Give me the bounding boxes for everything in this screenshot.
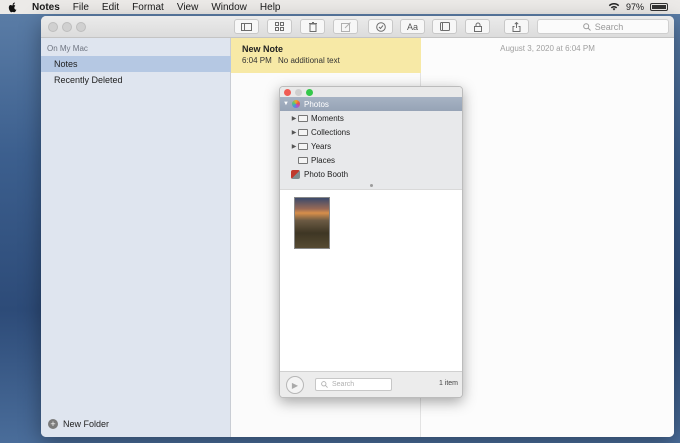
menu-app-name[interactable]: Notes <box>32 2 60 13</box>
search-icon <box>321 381 328 388</box>
battery-percent: 97% <box>625 2 644 12</box>
folder-icon <box>298 114 308 122</box>
list-item[interactable]: New Note 6:04 PM No additional text <box>231 38 421 73</box>
tree-item-label: Places <box>311 155 336 165</box>
note-preview: No additional text <box>278 56 340 65</box>
menu-edit[interactable]: Edit <box>102 2 119 13</box>
tree-item-label: Photos <box>304 99 329 109</box>
play-slideshow-button[interactable]: ▶ <box>286 376 304 394</box>
play-icon: ▶ <box>291 380 299 390</box>
tree-item-label: Photo Booth <box>304 169 349 179</box>
trash-icon <box>308 21 317 32</box>
text-format-button[interactable]: Aa <box>400 19 425 34</box>
delete-note-button[interactable] <box>300 19 325 34</box>
sidebar-item-label: Notes <box>54 59 78 69</box>
plus-icon: + <box>48 419 58 429</box>
search-icon <box>582 22 591 31</box>
sidebar-section-header: On My Mac <box>47 44 88 53</box>
compose-button[interactable] <box>333 19 358 34</box>
title-bar: Aa Search <box>41 16 674 38</box>
photos-panel-title-bar[interactable] <box>280 87 462 97</box>
folders-sidebar: On My Mac Notes Recently Deleted + New F… <box>41 38 231 437</box>
photo-thumbnail[interactable] <box>294 197 330 249</box>
folder-icon <box>298 156 308 164</box>
zoom-window-button[interactable] <box>76 22 86 32</box>
photos-app-icon <box>292 100 300 108</box>
lock-icon <box>473 22 482 32</box>
photos-browser-panel: ▼ Photos ▶ Moments ▶ Collections ▶ Years… <box>279 86 463 398</box>
search-placeholder: Search <box>594 21 624 32</box>
menu-format[interactable]: Format <box>132 2 164 13</box>
close-panel-button[interactable] <box>284 89 291 96</box>
share-icon <box>512 21 521 32</box>
search-field[interactable]: Search <box>537 19 669 34</box>
folder-icon <box>298 142 308 150</box>
text-format-icon: Aa <box>406 21 418 32</box>
wifi-icon[interactable] <box>608 2 620 13</box>
photos-search-placeholder: Search <box>332 381 355 388</box>
battery-fill <box>652 5 666 9</box>
photos-search-input[interactable]: Search <box>315 378 392 391</box>
tree-item-places[interactable]: Places <box>280 153 462 167</box>
photos-source-tree: ▼ Photos ▶ Moments ▶ Collections ▶ Years… <box>280 97 462 189</box>
battery-icon[interactable] <box>650 3 668 11</box>
menu-help[interactable]: Help <box>260 2 281 13</box>
split-handle-icon[interactable] <box>370 184 373 187</box>
sidebar-item-recently-deleted[interactable]: Recently Deleted <box>41 72 231 88</box>
share-button[interactable] <box>504 19 529 34</box>
photo-count: 1 item <box>438 380 458 387</box>
photo-grid <box>280 189 462 373</box>
tree-item-label: Moments <box>311 113 344 123</box>
note-date: August 3, 2020 at 6:04 PM <box>500 44 595 53</box>
tree-item-collections[interactable]: ▶ Collections <box>280 125 462 139</box>
sidebar-item-label: Recently Deleted <box>54 75 123 85</box>
apple-logo-icon[interactable] <box>8 2 18 13</box>
note-summary: 6:04 PM No additional text <box>242 56 421 65</box>
sidebar-toggle-icon <box>241 22 252 31</box>
menu-window[interactable]: Window <box>211 2 247 13</box>
compose-icon <box>340 21 351 32</box>
disclosure-right-icon[interactable]: ▶ <box>290 143 298 150</box>
tree-item-photos[interactable]: ▼ Photos <box>280 97 462 111</box>
menu-bar: Notes File Edit Format View Window Help … <box>0 0 680 14</box>
folder-icon <box>298 128 308 136</box>
new-folder-button[interactable]: + New Folder <box>48 419 109 429</box>
status-area: 97% <box>608 0 668 14</box>
lock-button[interactable] <box>465 19 490 34</box>
disclosure-down-icon[interactable]: ▼ <box>282 101 290 107</box>
menu-file[interactable]: File <box>73 2 89 13</box>
tree-item-label: Collections <box>311 127 351 137</box>
checklist-icon <box>375 21 386 32</box>
disclosure-right-icon[interactable]: ▶ <box>290 115 298 122</box>
note-time: 6:04 PM <box>242 56 272 65</box>
new-folder-label: New Folder <box>63 419 110 429</box>
tree-item-label: Years <box>311 141 332 151</box>
photo-booth-icon <box>291 169 300 179</box>
menu-view[interactable]: View <box>177 2 199 13</box>
minimize-panel-button[interactable] <box>295 89 302 96</box>
grid-icon <box>275 22 284 31</box>
note-title: New Note <box>242 44 284 54</box>
table-button[interactable] <box>432 19 457 34</box>
minimize-window-button[interactable] <box>62 22 72 32</box>
sidebar-toggle-button[interactable] <box>234 19 259 34</box>
tree-item-years[interactable]: ▶ Years <box>280 139 462 153</box>
disclosure-right-icon[interactable]: ▶ <box>290 129 298 136</box>
tree-item-photo-booth[interactable]: Photo Booth <box>280 167 462 181</box>
tree-item-moments[interactable]: ▶ Moments <box>280 111 462 125</box>
sidebar-item-notes[interactable]: Notes <box>41 56 231 72</box>
checklist-button[interactable] <box>368 19 393 34</box>
zoom-panel-button[interactable] <box>306 89 313 96</box>
gallery-view-button[interactable] <box>267 19 292 34</box>
close-window-button[interactable] <box>48 22 58 32</box>
photos-bottom-bar: ▶ Search 1 item <box>280 371 462 397</box>
table-icon <box>439 22 450 31</box>
